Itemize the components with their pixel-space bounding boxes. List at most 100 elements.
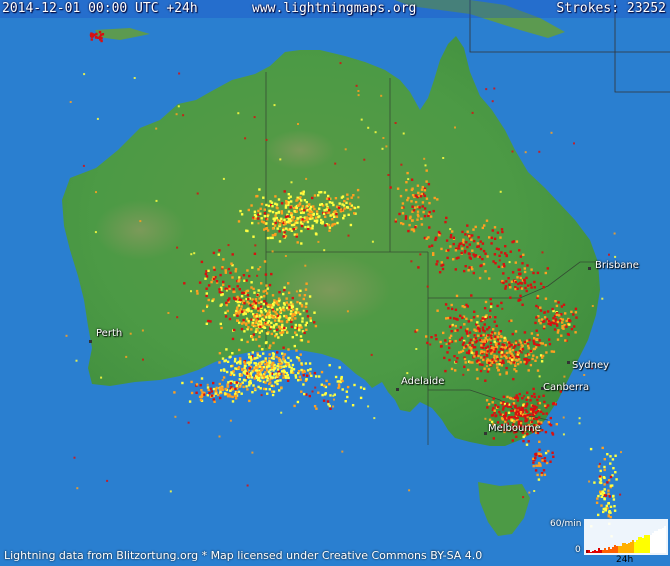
strike-mark <box>324 215 327 218</box>
strike-mark <box>548 342 552 346</box>
strike-mark <box>471 111 474 114</box>
strike-mark <box>256 373 259 376</box>
strike-mark <box>491 229 494 232</box>
strike-mark <box>533 280 536 284</box>
strike-mark <box>533 407 537 410</box>
strike-mark <box>534 469 538 472</box>
histogram-bar <box>610 549 612 553</box>
strike-mark <box>285 314 288 318</box>
strike-mark <box>505 280 508 283</box>
strike-mark <box>298 375 302 378</box>
strike-mark <box>258 335 261 338</box>
strike-mark <box>272 341 275 345</box>
strike-mark <box>263 212 267 215</box>
strike-mark <box>339 62 342 65</box>
strike-mark <box>566 332 570 336</box>
strike-mark <box>508 351 511 354</box>
strike-mark <box>251 391 254 394</box>
strike-mark <box>278 223 282 226</box>
strike-mark <box>345 390 348 393</box>
strike-mark <box>536 369 540 372</box>
strike-mark <box>549 321 553 325</box>
strike-mark <box>561 321 564 324</box>
strike-mark <box>535 452 538 456</box>
strike-mark <box>561 318 565 321</box>
strike-mark <box>478 363 482 366</box>
strike-mark <box>309 205 313 209</box>
strike-mark <box>603 458 606 461</box>
strike-mark <box>278 326 281 329</box>
strike-mark <box>297 370 301 373</box>
strike-mark <box>344 400 347 403</box>
strike-mark <box>270 201 274 204</box>
strike-mark <box>334 162 337 165</box>
strike-mark <box>273 319 277 322</box>
strike-mark <box>445 239 449 242</box>
strike-mark <box>94 231 97 234</box>
strike-mark <box>323 209 326 212</box>
strike-mark <box>286 363 289 366</box>
strike-mark <box>353 212 356 215</box>
strike-mark <box>285 200 288 203</box>
strike-mark <box>527 369 530 372</box>
strike-mark <box>297 217 300 220</box>
strike-mark <box>484 336 487 340</box>
strike-mark <box>552 322 556 325</box>
strike-mark <box>256 353 260 357</box>
strike-mark <box>218 361 221 364</box>
strike-mark <box>230 371 233 374</box>
strike-mark <box>272 304 275 307</box>
strike-mark <box>433 196 436 200</box>
strike-mark <box>206 394 209 397</box>
strike-mark <box>282 292 285 296</box>
strike-mark <box>270 366 274 369</box>
strike-mark <box>588 480 591 483</box>
strike-mark <box>425 197 429 200</box>
site-link[interactable]: www.lightningmaps.org <box>252 1 416 16</box>
strike-mark <box>254 330 258 333</box>
strike-mark <box>290 325 294 329</box>
strike-mark <box>488 277 491 280</box>
strike-mark <box>477 236 480 239</box>
strike-mark <box>254 338 258 341</box>
strike-mark <box>535 316 538 319</box>
strike-mark <box>300 339 304 342</box>
strike-mark <box>568 319 571 322</box>
strike-mark <box>532 271 535 275</box>
city-marker-adelaide <box>396 388 399 391</box>
strike-mark <box>484 270 487 273</box>
strike-mark <box>555 304 559 308</box>
strike-mark <box>415 348 418 350</box>
strike-mark <box>231 337 235 341</box>
strike-mark <box>226 370 229 374</box>
strike-mark <box>343 207 346 210</box>
strike-mark <box>532 417 536 421</box>
strike-mark <box>518 358 521 361</box>
strike-mark <box>425 180 428 183</box>
strike-mark <box>473 334 476 337</box>
strike-mark <box>551 451 554 454</box>
strike-mark <box>572 313 575 316</box>
strike-mark <box>320 191 323 194</box>
strike-mark <box>268 283 272 287</box>
strike-mark <box>266 287 269 290</box>
strike-mark <box>411 219 414 222</box>
strike-mark <box>273 367 276 370</box>
strike-mark <box>355 84 358 87</box>
lightning-map[interactable]: 2014-12-01 00:00 UTC +24h www.lightningm… <box>0 0 670 566</box>
strike-mark <box>402 132 405 135</box>
strike-mark <box>449 236 452 239</box>
strike-mark <box>289 359 293 362</box>
strike-mark <box>510 343 513 347</box>
strike-mark <box>271 250 274 253</box>
strike-mark <box>183 282 186 285</box>
histogram-bar <box>644 535 646 553</box>
strike-mark <box>367 126 370 129</box>
strike-mark <box>427 214 430 217</box>
strike-mark <box>524 151 527 154</box>
strike-mark <box>414 226 417 229</box>
strike-mark <box>217 253 220 256</box>
strike-mark <box>260 295 263 299</box>
strike-mark <box>510 319 513 322</box>
strike-mark <box>491 100 494 103</box>
